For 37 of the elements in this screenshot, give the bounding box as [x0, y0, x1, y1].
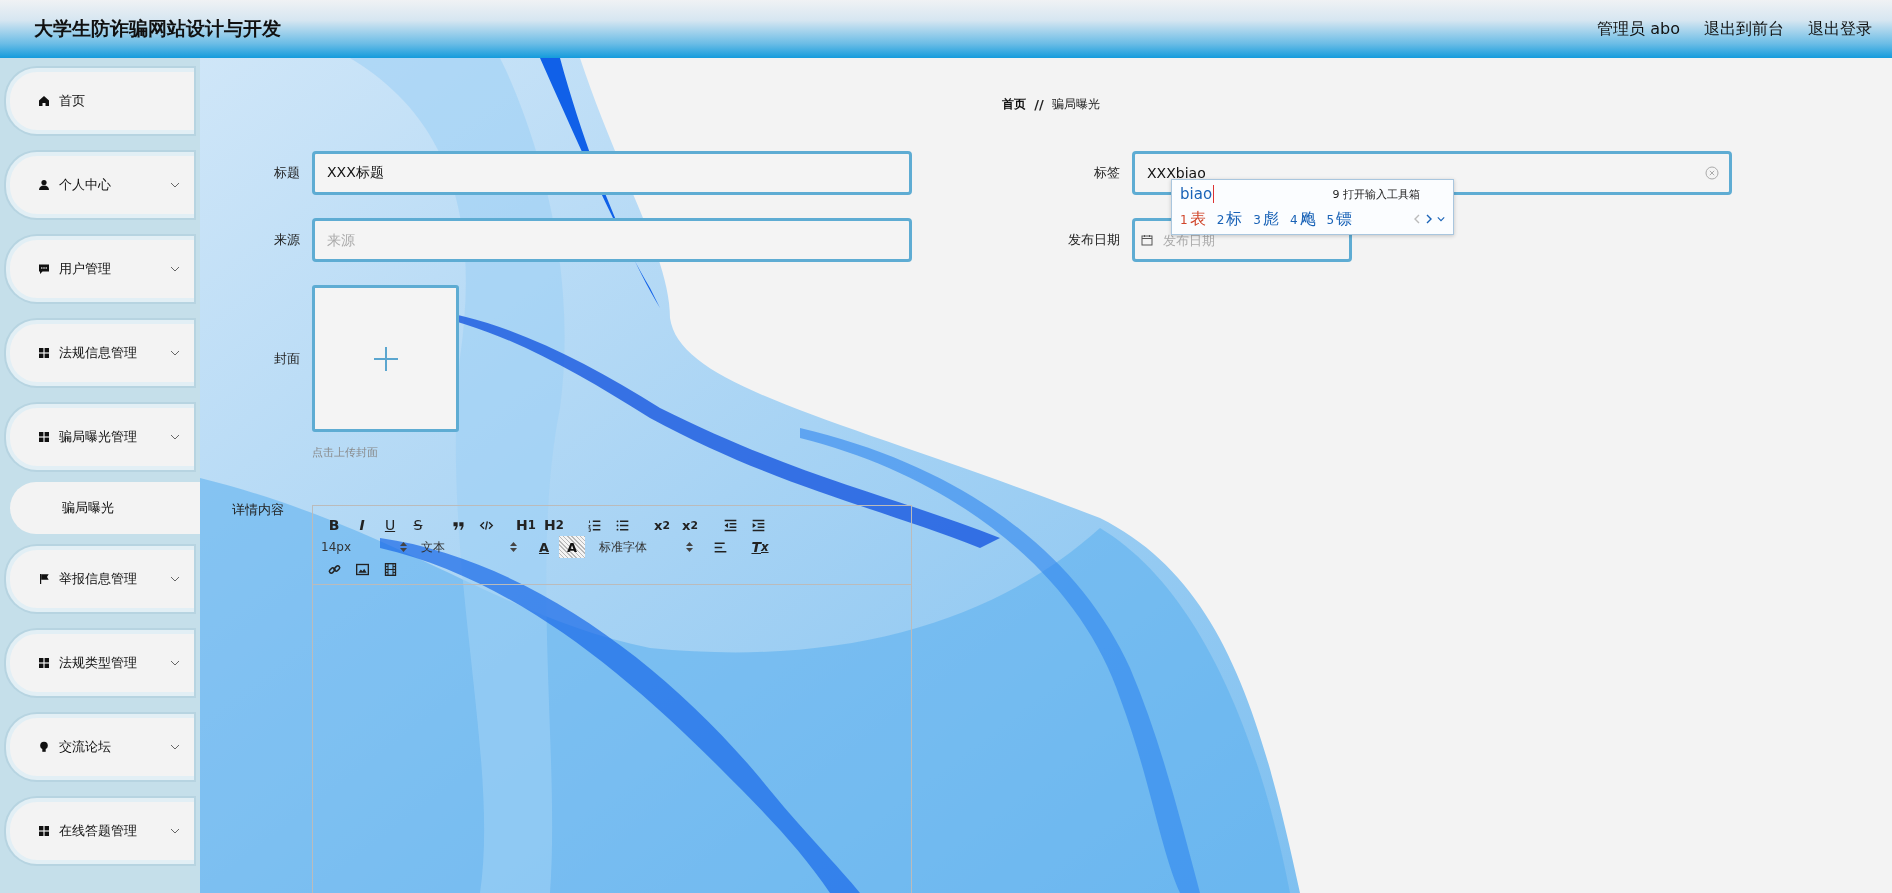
field-label: 发布日期 — [1067, 231, 1120, 249]
underline-button[interactable]: U — [377, 514, 403, 536]
sidebar-menu-item[interactable]: 法规类型管理 — [6, 630, 194, 696]
header-link[interactable]: 管理员 abo — [1597, 18, 1680, 40]
field-label: 标题 — [273, 164, 300, 182]
ime-toolbox-link[interactable]: 9 打开输入工具箱 — [1332, 186, 1420, 202]
field-label: 标签 — [1093, 164, 1120, 182]
bold-button[interactable]: B — [321, 514, 347, 536]
header-link[interactable]: 退出到前台 — [1704, 18, 1784, 40]
sidebar-menu-item[interactable]: 法规信息管理 — [6, 320, 194, 386]
italic-button[interactable]: I — [349, 514, 375, 536]
sidebar-menu-item[interactable]: 首页 — [6, 68, 194, 134]
sidebar-menu-item[interactable]: 用户管理 — [6, 236, 194, 302]
title-input[interactable]: XXX标题 — [312, 151, 912, 195]
sidebar-menu-item[interactable]: 举报信息管理 — [6, 546, 194, 612]
ime-composition: biao — [1180, 185, 1215, 203]
sidebar-menu-item[interactable]: 交流论坛 — [6, 714, 194, 780]
sidebar-menu-item[interactable]: 骗局曝光管理 — [6, 404, 194, 470]
breadcrumb-current: 骗局曝光 — [1051, 96, 1100, 113]
breadcrumb-separator: // — [1034, 97, 1044, 112]
field-label: 封面 — [273, 349, 300, 368]
field-label: 来源 — [273, 231, 300, 249]
sidebar-submenu-item[interactable]: 骗局曝光 — [10, 482, 200, 534]
text-color-button[interactable]: A — [531, 536, 557, 558]
strikethrough-button[interactable]: S — [405, 514, 431, 536]
upload-hint: 点击上传封面 — [312, 445, 379, 460]
site-title: 大学生防诈骗网站设计与开发 — [34, 16, 281, 41]
background-color-button[interactable]: A — [559, 536, 585, 558]
source-input[interactable]: 来源 — [312, 218, 912, 262]
dropdown-select[interactable]: 文本 — [421, 536, 517, 558]
dropdown-select[interactable]: 14px — [321, 536, 407, 558]
dropdown-select[interactable]: 标准字体 — [599, 536, 693, 558]
sidebar-menu-item[interactable]: 在线答题管理 — [6, 798, 194, 864]
breadcrumb-link[interactable]: 首页 — [1002, 96, 1027, 113]
sidebar-menu-item[interactable]: 个人中心 — [6, 152, 194, 218]
field-label: 详情内容 — [232, 501, 285, 519]
header-link[interactable]: 退出登录 — [1808, 18, 1872, 40]
